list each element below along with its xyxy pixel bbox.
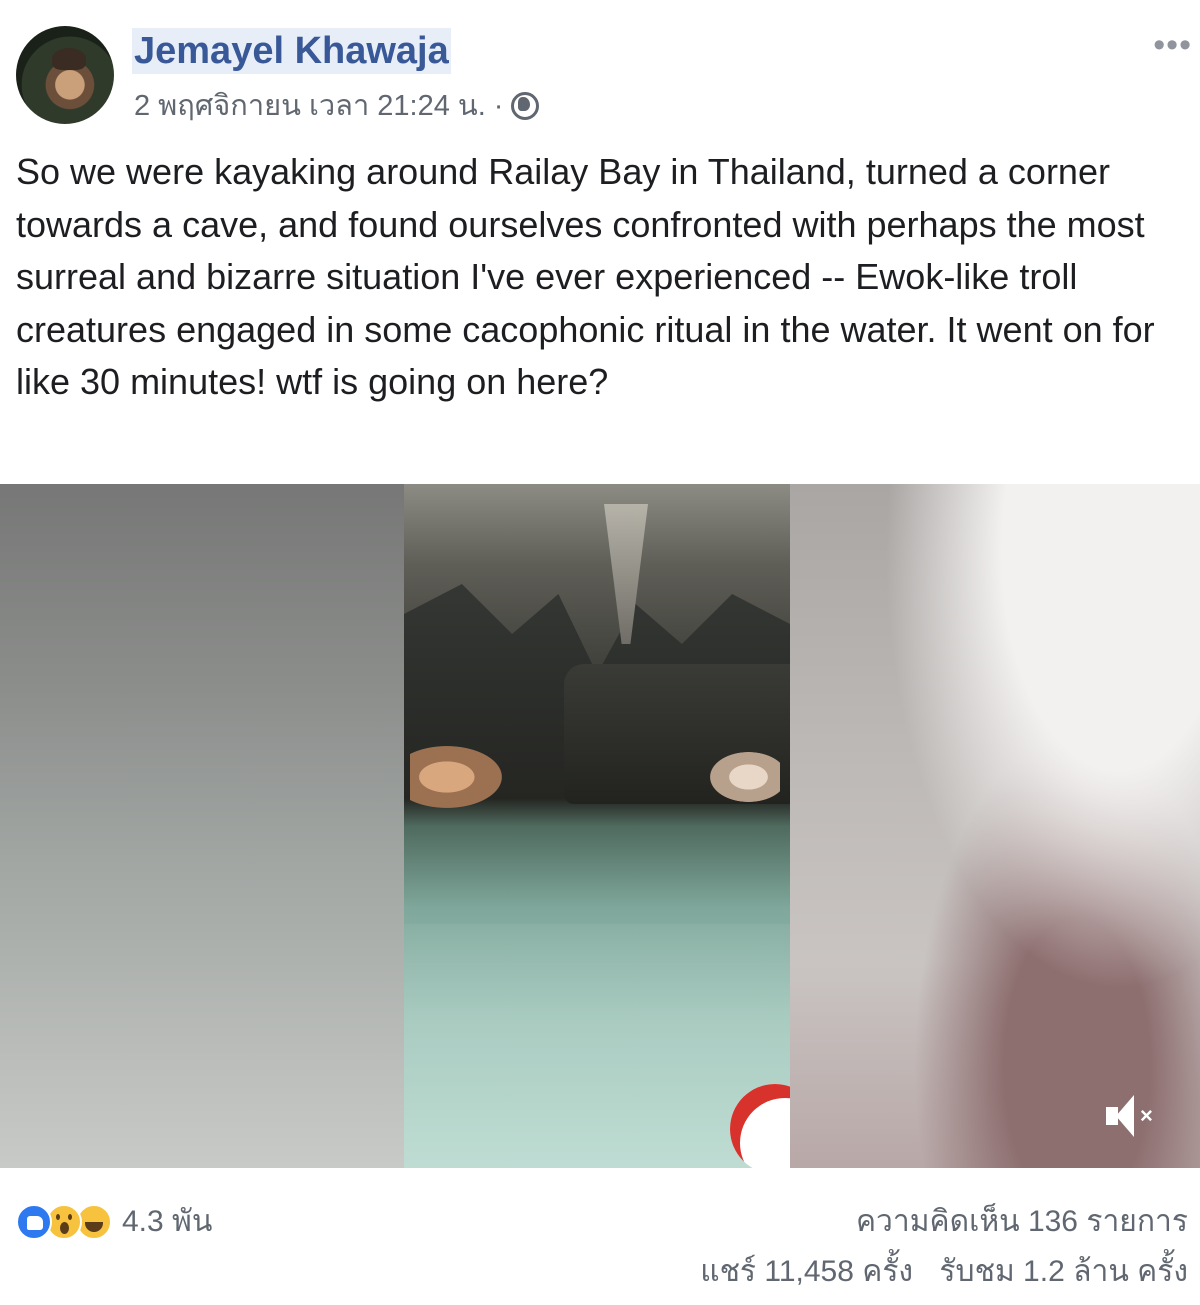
author-name-link[interactable]: Jemayel Khawaja: [132, 28, 451, 74]
like-icon: [16, 1204, 52, 1240]
video-blur-background-right: [790, 484, 1200, 1168]
video-blur-background-left: [0, 484, 404, 1168]
meta-separator: ·: [493, 90, 504, 122]
shares-count-link[interactable]: แชร์ 11,458 ครั้ง: [700, 1255, 913, 1288]
person-in-water-right: [710, 752, 780, 802]
cave-rock: [404, 484, 790, 674]
avatar[interactable]: [16, 26, 114, 124]
video-frame[interactable]: [404, 484, 790, 1168]
share-and-views: แชร์ 11,458 ครั้ง รับชม 1.2 ล้าน ครั้ง: [700, 1252, 1188, 1292]
more-options-icon[interactable]: •••: [1153, 28, 1192, 62]
comments-count-link[interactable]: ความคิดเห็น 136 รายการ: [856, 1202, 1188, 1242]
facebook-post: Jemayel Khawaja 2 พฤศจิกายน เวลา 21:24 น…: [0, 0, 1200, 1305]
post-timestamp[interactable]: 2 พฤศจิกายน เวลา 21:24 น.: [134, 88, 486, 124]
views-count: รับชม 1.2 ล้าน ครั้ง: [939, 1255, 1188, 1288]
reaction-count[interactable]: 4.3 พัน: [122, 1202, 212, 1242]
mute-x: ×: [1140, 1103, 1153, 1128]
reactions-summary[interactable]: 4.3 พัน: [16, 1202, 212, 1242]
post-text: So we were kayaking around Railay Bay in…: [16, 151, 1155, 402]
speaker-glyph: [1106, 1095, 1134, 1137]
globe-icon[interactable]: [511, 92, 540, 120]
video-player[interactable]: [0, 484, 1200, 1168]
muted-speaker-icon[interactable]: ×: [1106, 1090, 1160, 1142]
post-meta: 2 พฤศจิกายน เวลา 21:24 น. ·: [134, 88, 540, 124]
person-in-water-left: [410, 746, 502, 808]
